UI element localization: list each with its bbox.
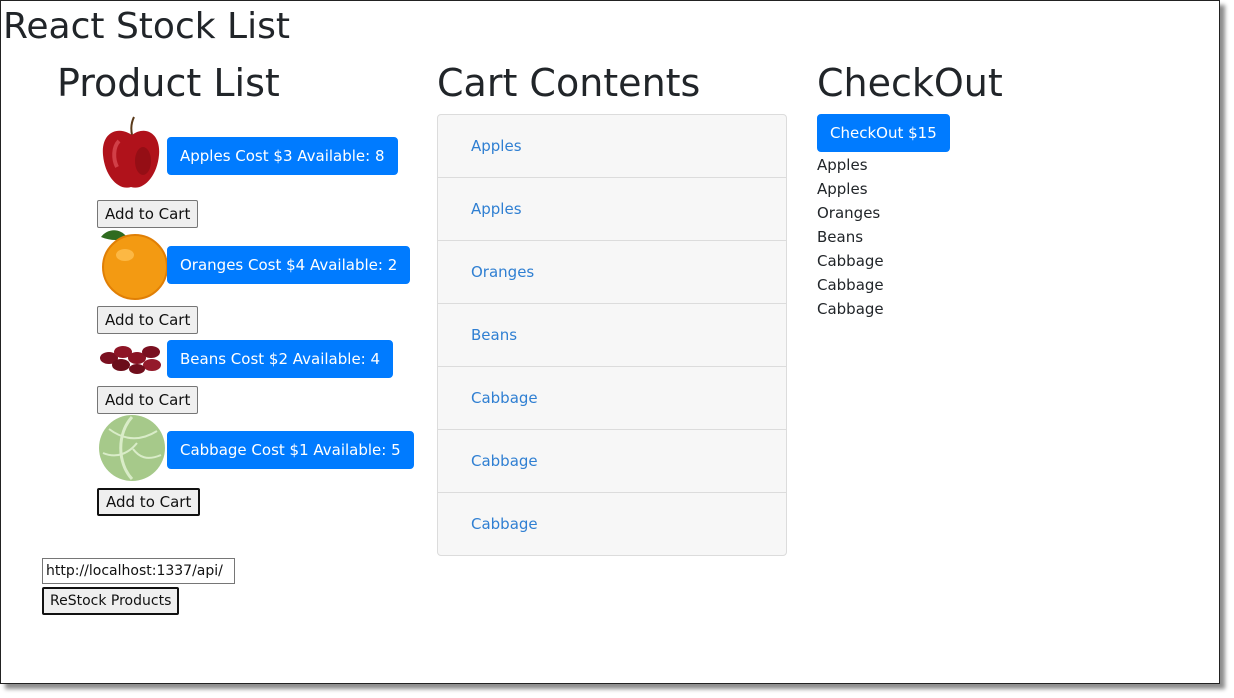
checkout-item: Cabbage bbox=[817, 276, 884, 294]
checkout-item: Cabbage bbox=[817, 300, 884, 318]
cart-item[interactable]: Oranges bbox=[438, 240, 786, 303]
checkout-item: Cabbage bbox=[817, 252, 884, 270]
add-to-cart-button[interactable]: Add to Cart bbox=[97, 306, 199, 334]
checkout-item: Beans bbox=[817, 228, 864, 246]
product-button-beans[interactable]: Beans Cost $2 Available: 4 bbox=[167, 340, 394, 378]
checkout-item: Apples bbox=[817, 180, 868, 198]
product-item-cabbage: Cabbage Cost $1 Available: 5 Add to Cart bbox=[97, 413, 414, 516]
add-to-cart-button[interactable]: Add to Cart bbox=[97, 488, 201, 516]
cart-item[interactable]: Cabbage bbox=[438, 492, 786, 555]
app-window: React Stock List Product List Apples Cos… bbox=[0, 0, 1220, 684]
cabbage-image bbox=[97, 413, 167, 487]
product-list-title: Product List bbox=[57, 61, 280, 105]
checkout-item: Oranges bbox=[817, 204, 881, 222]
product-item-oranges: Oranges Cost $4 Available: 2 Add to Cart bbox=[97, 225, 411, 334]
restock-products-button[interactable]: ReStock Products bbox=[42, 587, 180, 615]
cart-item[interactable]: Apples bbox=[438, 115, 786, 177]
restock-url-input[interactable] bbox=[42, 558, 235, 584]
cart-item[interactable]: Beans bbox=[438, 303, 786, 366]
checkout-list: Apples Apples Oranges Beans Cabbage Cabb… bbox=[817, 153, 884, 321]
apple-image bbox=[97, 115, 167, 197]
cart-list: Apples Apples Oranges Beans Cabbage Cabb… bbox=[437, 114, 787, 556]
checkout-item: Apples bbox=[817, 156, 868, 174]
product-button-apples[interactable]: Apples Cost $3 Available: 8 bbox=[167, 137, 398, 175]
add-to-cart-button[interactable]: Add to Cart bbox=[97, 200, 199, 228]
checkout-button[interactable]: CheckOut $15 bbox=[817, 114, 950, 152]
product-item-apples: Apples Cost $3 Available: 8 Add to Cart bbox=[97, 115, 398, 228]
app-title: React Stock List bbox=[3, 6, 290, 47]
cart-item[interactable]: Apples bbox=[438, 177, 786, 240]
cart-item[interactable]: Cabbage bbox=[438, 429, 786, 492]
add-to-cart-button[interactable]: Add to Cart bbox=[97, 386, 199, 414]
cart-contents-title: Cart Contents bbox=[437, 61, 701, 105]
beans-image bbox=[97, 338, 167, 380]
cart-item[interactable]: Cabbage bbox=[438, 366, 786, 429]
checkout-title: CheckOut bbox=[817, 61, 1003, 105]
product-button-cabbage[interactable]: Cabbage Cost $1 Available: 5 bbox=[167, 431, 414, 469]
orange-image bbox=[97, 225, 168, 305]
product-button-oranges[interactable]: Oranges Cost $4 Available: 2 bbox=[167, 246, 411, 284]
product-item-beans: Beans Cost $2 Available: 4 Add to Cart bbox=[97, 338, 394, 414]
